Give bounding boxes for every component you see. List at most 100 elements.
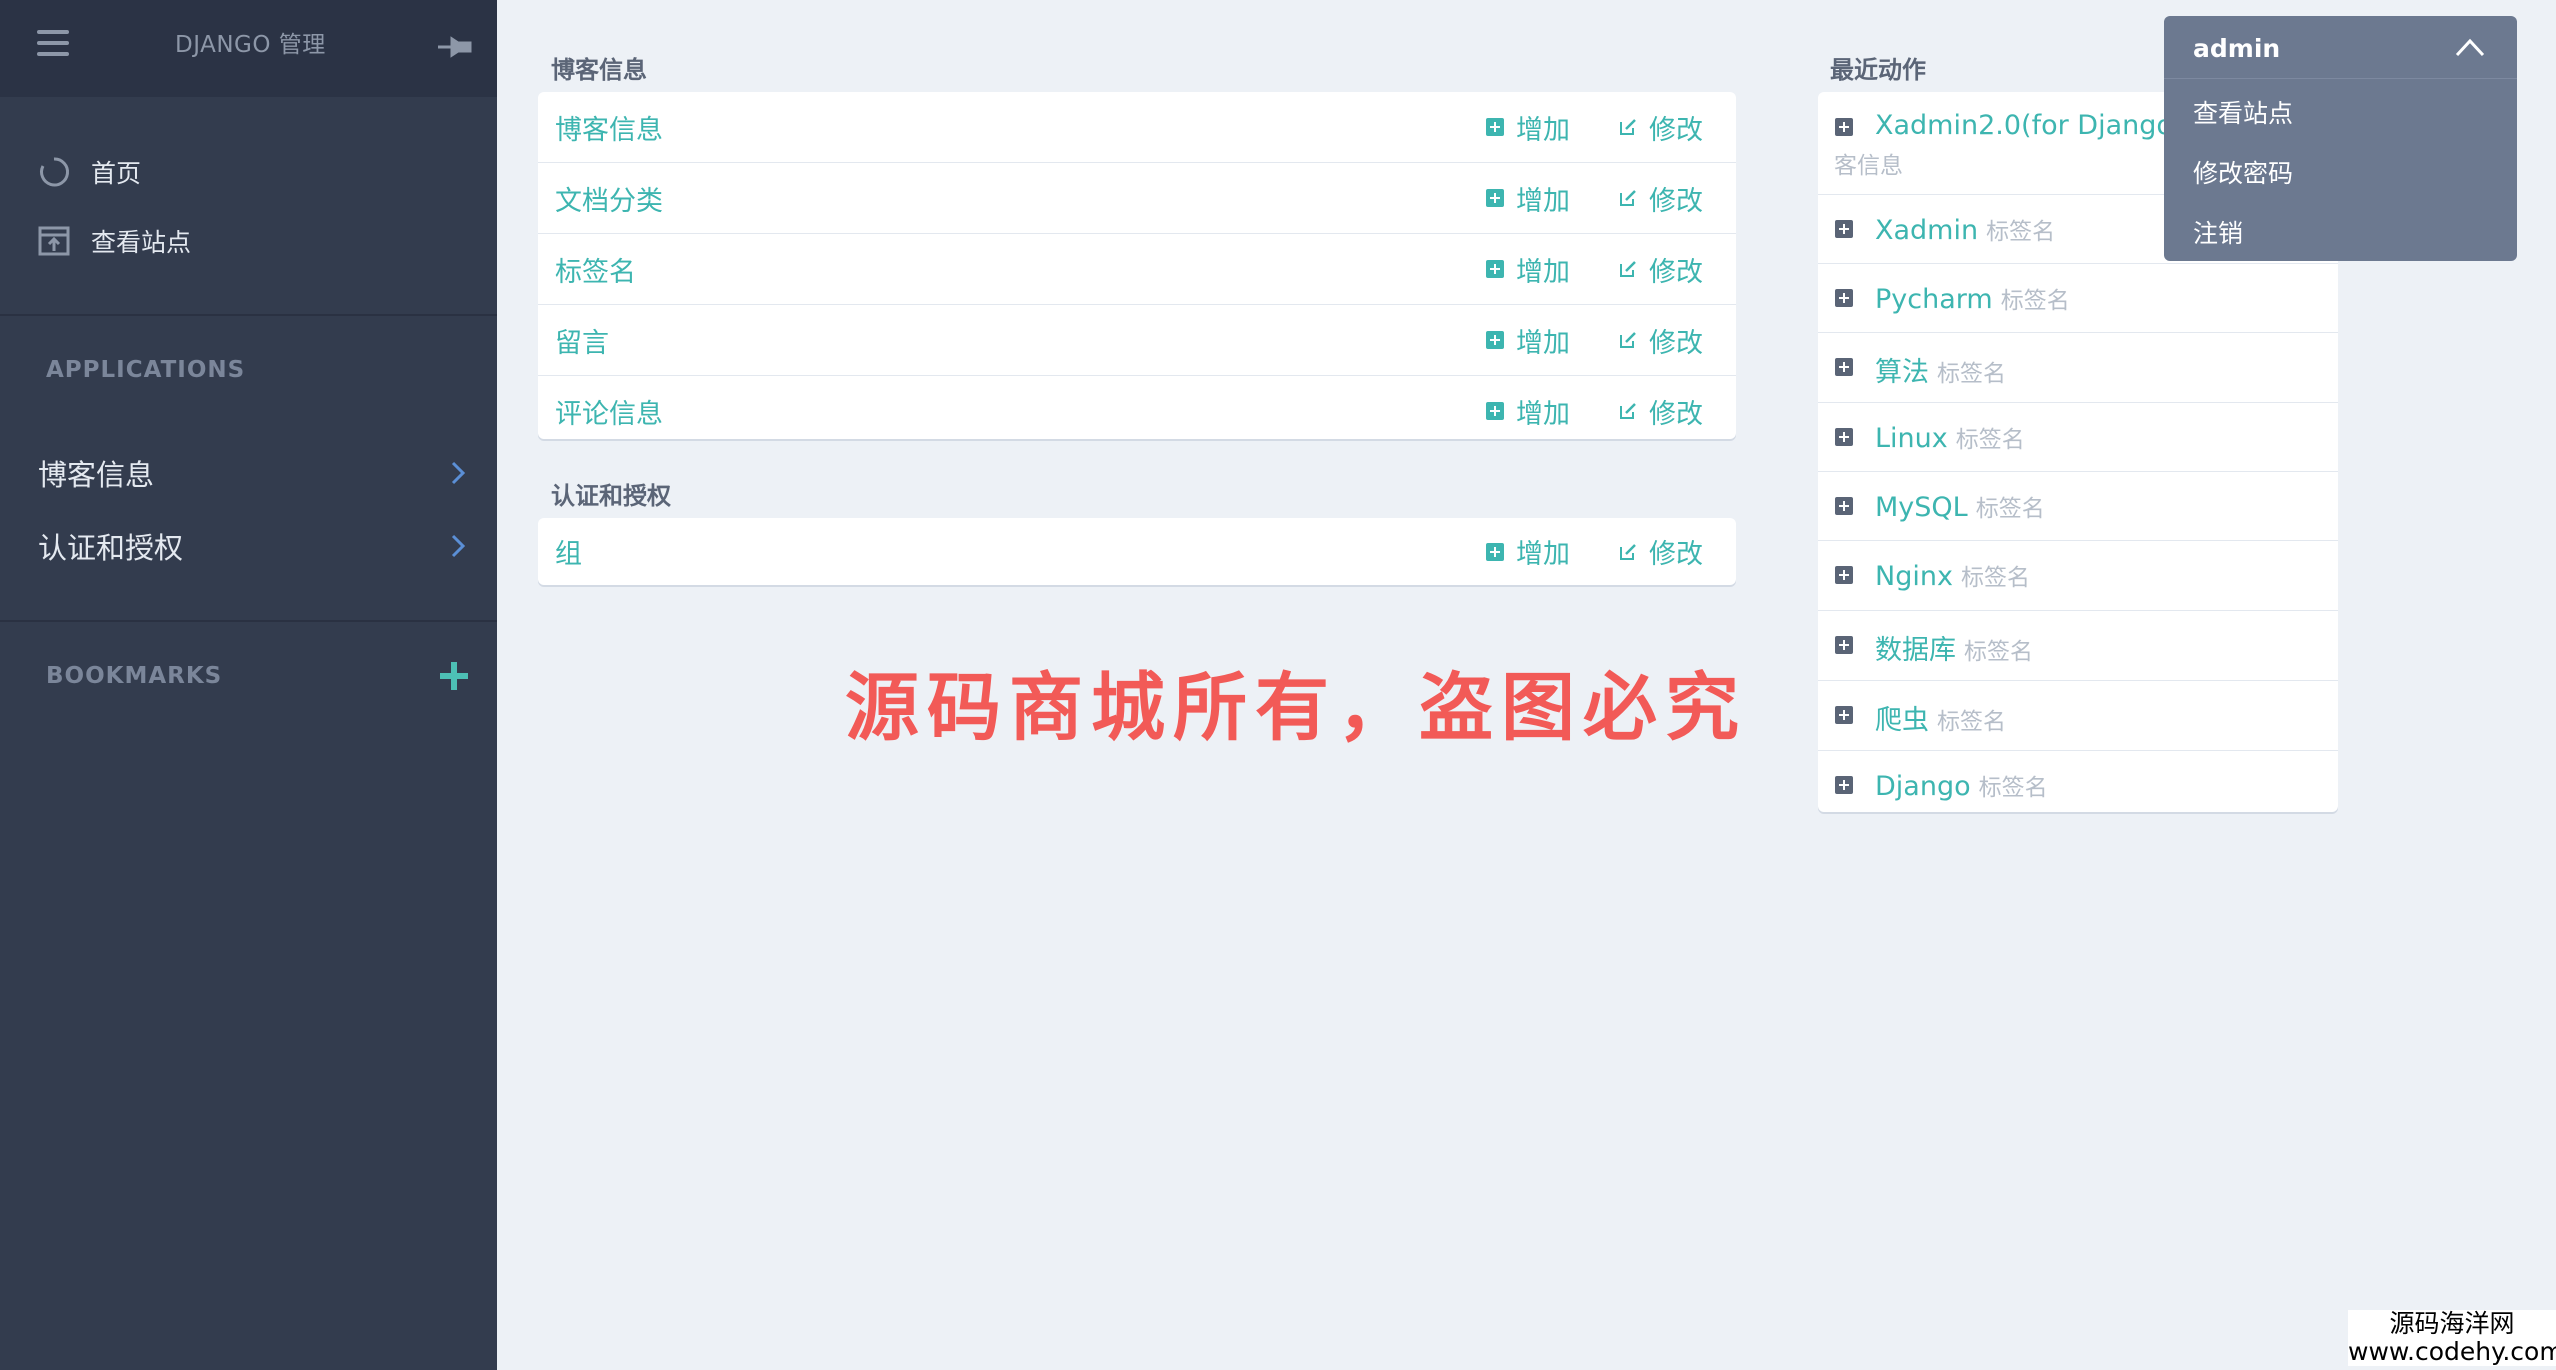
add-entry-icon bbox=[1835, 706, 1853, 724]
recent-item-title: 数据库 bbox=[1875, 635, 1956, 666]
add-entry-icon bbox=[1835, 636, 1853, 654]
recent-item-title: 算法 bbox=[1875, 357, 1929, 388]
change-button[interactable]: 修改 bbox=[1619, 392, 1703, 431]
change-button[interactable]: 修改 bbox=[1619, 321, 1703, 360]
brand-title: DJANGO 管理 bbox=[175, 32, 326, 58]
plus-square-icon bbox=[1486, 189, 1504, 207]
recent-item: Django 标签名 bbox=[1818, 751, 2338, 819]
change-label: 修改 bbox=[1649, 114, 1703, 146]
plus-square-icon bbox=[1486, 402, 1504, 420]
edit-icon bbox=[1620, 119, 1636, 135]
recent-item-link[interactable]: Pycharm 标签名 bbox=[1875, 281, 2070, 315]
model-row: 标签名 增加 修改 bbox=[538, 234, 1736, 305]
watermark-text: 源码商城所有，盗图必究 bbox=[845, 665, 1747, 751]
add-button[interactable]: 增加 bbox=[1486, 108, 1570, 147]
blog-section-title: 博客信息 bbox=[551, 56, 647, 84]
recent-item: Pycharm 标签名 bbox=[1818, 264, 2338, 333]
recent-item-title: Nginx bbox=[1875, 561, 1953, 592]
change-button[interactable]: 修改 bbox=[1619, 532, 1703, 571]
hamburger-menu-icon[interactable] bbox=[37, 30, 69, 58]
username: admin bbox=[2193, 34, 2281, 63]
recent-item-type: 标签名 bbox=[1937, 361, 2006, 387]
menu-item-change-password[interactable]: 修改密码 bbox=[2193, 154, 2293, 190]
plus-square-icon bbox=[1486, 118, 1504, 136]
recent-item-title: Pycharm bbox=[1875, 284, 1993, 315]
edit-icon bbox=[1620, 190, 1636, 206]
model-link[interactable]: 留言 bbox=[555, 321, 609, 360]
recent-item-link[interactable]: 算法 标签名 bbox=[1875, 350, 2006, 389]
chevron-right-icon bbox=[448, 532, 468, 560]
recent-item-link[interactable]: Linux 标签名 bbox=[1875, 420, 2025, 454]
recent-item-link[interactable]: Django 标签名 bbox=[1875, 768, 2048, 802]
add-button[interactable]: 增加 bbox=[1486, 392, 1570, 431]
add-entry-icon bbox=[1835, 358, 1853, 376]
plus-square-icon bbox=[1486, 542, 1504, 561]
recent-item-title: Linux bbox=[1875, 423, 1948, 454]
change-label: 修改 bbox=[1649, 327, 1703, 359]
add-label: 增加 bbox=[1516, 114, 1570, 146]
sidebar-item-view-site[interactable]: 查看站点 bbox=[37, 223, 191, 259]
add-entry-icon bbox=[1835, 776, 1853, 794]
recent-item-link[interactable]: 数据库 标签名 bbox=[1875, 628, 2033, 667]
add-entry-icon bbox=[1835, 289, 1853, 307]
model-link[interactable]: 文档分类 bbox=[555, 179, 663, 218]
pin-icon[interactable] bbox=[436, 33, 472, 61]
auth-section-title: 认证和授权 bbox=[551, 482, 671, 510]
menu-item-view-site[interactable]: 查看站点 bbox=[2193, 94, 2293, 130]
menu-item-logout[interactable]: 注销 bbox=[2193, 214, 2243, 250]
model-row: 博客信息 增加 修改 bbox=[538, 92, 1736, 163]
add-label: 增加 bbox=[1516, 185, 1570, 217]
sidebar: DJANGO 管理 首页 查看站点 APPLICATIONS 博客信息 认证和授… bbox=[0, 0, 497, 1370]
add-button[interactable]: 增加 bbox=[1486, 321, 1570, 360]
model-row: 评论信息 增加 修改 bbox=[538, 376, 1736, 446]
add-entry-icon bbox=[1835, 118, 1853, 136]
add-button[interactable]: 增加 bbox=[1486, 250, 1570, 289]
plus-square-icon bbox=[1486, 260, 1504, 278]
sidebar-divider bbox=[0, 314, 497, 316]
change-button[interactable]: 修改 bbox=[1619, 108, 1703, 147]
recent-item: Nginx 标签名 bbox=[1818, 541, 2338, 611]
add-bookmark-icon[interactable] bbox=[438, 660, 470, 692]
recent-item-type: 客信息 bbox=[1834, 153, 1903, 179]
add-button[interactable]: 增加 bbox=[1486, 179, 1570, 218]
auth-models-card: 组 增加 修改 bbox=[538, 518, 1736, 585]
recent-item-title: 爬虫 bbox=[1875, 705, 1929, 736]
change-label: 修改 bbox=[1649, 256, 1703, 288]
corner-watermark: 源码海洋网 www.codehy.com bbox=[2348, 1310, 2556, 1366]
recent-item-type: 标签名 bbox=[1937, 709, 2006, 735]
recent-item-link[interactable]: Xadmin 标签名 bbox=[1875, 212, 2055, 246]
edit-icon bbox=[1620, 261, 1636, 277]
change-button[interactable]: 修改 bbox=[1619, 179, 1703, 218]
model-link[interactable]: 标签名 bbox=[555, 250, 636, 289]
model-link[interactable]: 博客信息 bbox=[555, 108, 663, 147]
model-row: 组 增加 修改 bbox=[538, 518, 1736, 585]
recent-item-type: 标签名 bbox=[1960, 565, 2030, 591]
recent-item: Linux 标签名 bbox=[1818, 403, 2338, 472]
corner-watermark-line1: 源码海洋网 bbox=[2389, 1309, 2515, 1338]
recent-item-link[interactable]: MySQL 标签名 bbox=[1875, 489, 2045, 523]
recent-actions-title: 最近动作 bbox=[1830, 56, 1926, 84]
model-link[interactable]: 组 bbox=[555, 532, 582, 571]
add-entry-icon bbox=[1835, 497, 1853, 515]
recent-item-link[interactable]: 爬虫 标签名 bbox=[1875, 698, 2006, 737]
sidebar-app-blog[interactable]: 博客信息 bbox=[38, 452, 468, 494]
sidebar-app-auth[interactable]: 认证和授权 bbox=[38, 525, 468, 567]
sidebar-item-label: 查看站点 bbox=[91, 228, 192, 257]
model-link[interactable]: 评论信息 bbox=[555, 392, 663, 431]
bookmarks-title: BOOKMARKS bbox=[46, 663, 223, 689]
add-button[interactable]: 增加 bbox=[1486, 532, 1570, 571]
add-entry-icon bbox=[1835, 428, 1853, 446]
sidebar-header: DJANGO 管理 bbox=[0, 0, 497, 97]
change-button[interactable]: 修改 bbox=[1619, 250, 1703, 289]
sidebar-divider bbox=[0, 620, 497, 622]
recent-item-type: 标签名 bbox=[1955, 427, 2025, 453]
edit-icon bbox=[1620, 332, 1636, 348]
recent-item: 数据库 标签名 bbox=[1818, 611, 2338, 681]
recent-item-title: Xadmin bbox=[1875, 215, 1979, 246]
sidebar-item-home[interactable]: 首页 bbox=[37, 154, 141, 190]
chevron-up-icon[interactable] bbox=[2454, 36, 2486, 58]
sidebar-app-label: 博客信息 bbox=[38, 458, 155, 492]
user-menu-toggle[interactable]: admin bbox=[2164, 16, 2517, 78]
recent-item-link[interactable]: Nginx 标签名 bbox=[1875, 558, 2030, 592]
recent-item-title: Django bbox=[1875, 771, 1971, 802]
